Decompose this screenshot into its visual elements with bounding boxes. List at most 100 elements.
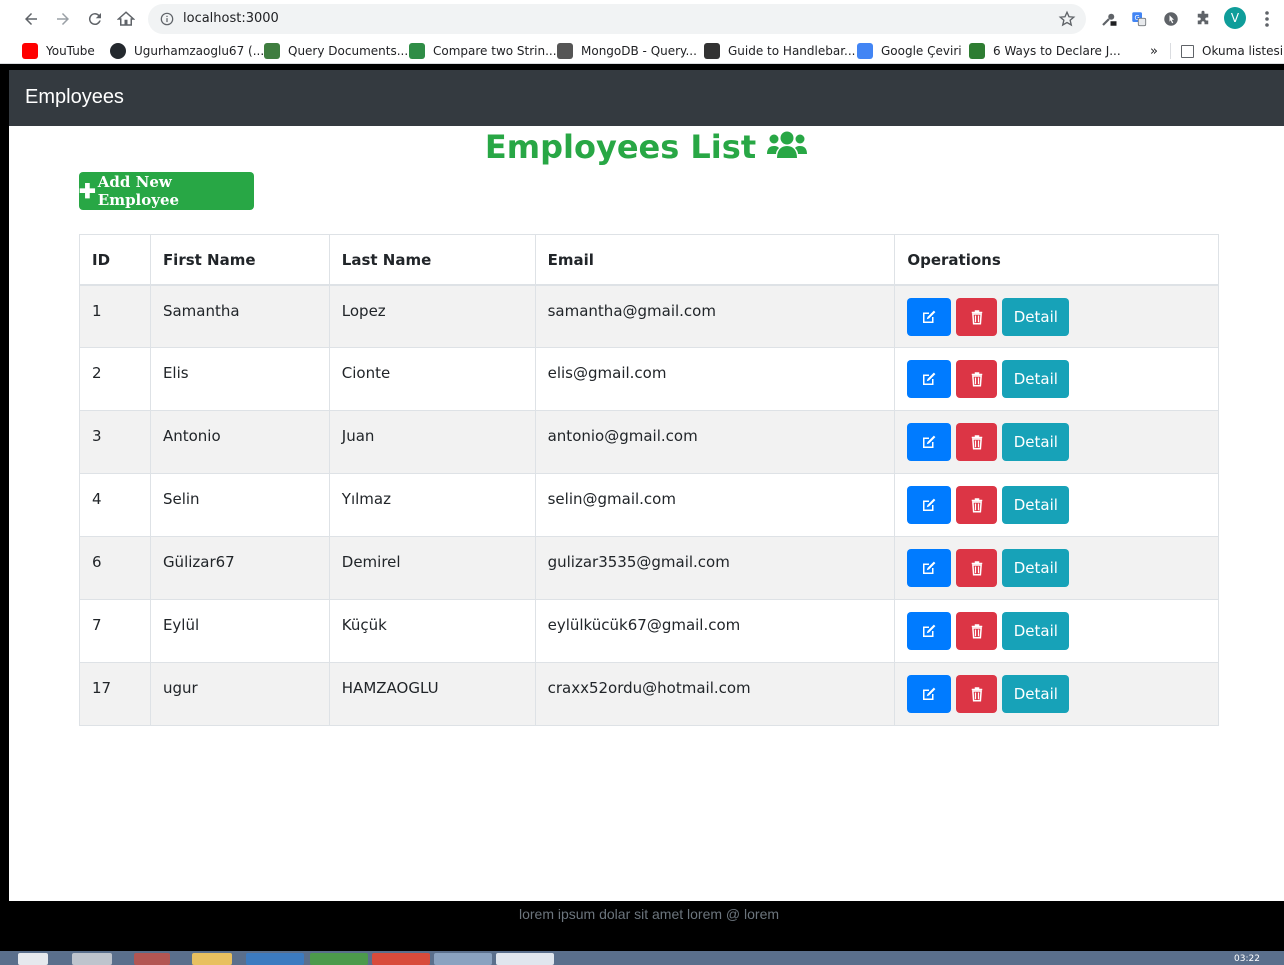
bookmark-mongodb-query-documents[interactable]: Query Documents... (264, 42, 408, 60)
taskbar-app-explorer[interactable] (192, 953, 232, 965)
browser-toolbar: localhost:3000 G V (0, 0, 1284, 38)
start-button[interactable] (18, 953, 48, 965)
edit-icon (923, 372, 936, 385)
cell-last-name: Demirel (328, 536, 536, 600)
employees-table: ID First Name Last Name Email Operations… (79, 234, 1219, 726)
table-row: 4 Selin Yılmaz selin@gmail.com Detail (79, 473, 1219, 537)
bookmark-github[interactable]: Ugurhamzaoglu67 (... (110, 42, 264, 60)
more-menu-icon[interactable] (1264, 10, 1270, 28)
home-button[interactable] (114, 7, 138, 31)
plus-icon: ✚ (79, 179, 96, 203)
delete-button[interactable] (956, 612, 998, 650)
detail-button[interactable]: Detail (1002, 486, 1070, 524)
cell-id: 7 (79, 599, 151, 663)
detail-button[interactable]: Detail (1002, 675, 1070, 713)
bookmark-label: Ugurhamzaoglu67 (... (134, 44, 265, 58)
edit-button[interactable] (907, 675, 952, 713)
edit-button[interactable] (907, 549, 952, 587)
bookmark-label: YouTube (46, 44, 95, 58)
detail-button[interactable]: Detail (1002, 612, 1070, 650)
delete-button[interactable] (956, 486, 998, 524)
arrow-left-icon (25, 13, 37, 25)
bookmarks-divider (1170, 43, 1171, 59)
cell-id: 3 (79, 410, 151, 474)
navbar: Employees (9, 70, 1284, 126)
reading-list-label: Okuma listesi (1202, 44, 1284, 58)
taskbar-app-tool[interactable] (134, 953, 170, 965)
column-header-operations: Operations (894, 234, 1219, 286)
table-header-row: ID First Name Last Name Email Operations (79, 234, 1219, 286)
reload-button[interactable] (83, 7, 107, 31)
delete-button[interactable] (956, 549, 998, 587)
profile-avatar[interactable]: V (1224, 7, 1246, 29)
taskbar-app-window[interactable] (434, 953, 492, 965)
detail-button[interactable]: Detail (1002, 549, 1070, 587)
table-row: 1 Samantha Lopez samantha@gmail.com Detail (79, 284, 1219, 348)
taskbar-app-vscode[interactable] (246, 953, 304, 965)
reading-list-icon (1181, 44, 1194, 58)
delete-button[interactable] (956, 297, 998, 336)
taskbar-app-active[interactable] (496, 953, 554, 965)
bookmark-handlebars-guide[interactable]: Guide to Handlebar... (704, 42, 855, 60)
edit-button[interactable] (907, 612, 952, 650)
stackabuse-icon (704, 43, 720, 59)
taskbar-app-chrome[interactable] (372, 953, 430, 965)
detail-button[interactable]: Detail (1002, 360, 1070, 398)
extension-cursor-button[interactable] (1160, 8, 1182, 30)
mongodb-leaf-icon (264, 43, 280, 59)
bookmark-youtube[interactable]: YouTube (22, 42, 95, 60)
cell-operations: Detail (894, 662, 1219, 726)
delete-button[interactable] (956, 423, 998, 461)
footer-text: lorem ipsum dolar sit amet lorem @ lorem (518, 906, 780, 922)
cursor-icon (1164, 12, 1178, 26)
table-row: 2 Elis Cionte elis@gmail.com Detail (79, 347, 1219, 411)
bookmark-star-icon[interactable] (1058, 10, 1076, 28)
back-button[interactable] (19, 7, 43, 31)
delete-button[interactable] (956, 675, 998, 713)
reading-list-button[interactable]: Okuma listesi (1181, 42, 1283, 60)
extensions-button[interactable] (1192, 8, 1214, 30)
taskbar-app-mongodb[interactable] (310, 953, 368, 965)
cell-email: antonio@gmail.com (534, 410, 896, 474)
address-bar[interactable]: localhost:3000 (148, 4, 1086, 34)
table-row: 6 Gülizar67 Demirel gulizar3535@gmail.com De… (79, 536, 1219, 600)
bookmark-label: MongoDB - Query... (581, 44, 697, 58)
edit-button[interactable] (907, 423, 952, 461)
info-icon[interactable] (160, 12, 174, 26)
cell-first-name: Selin (149, 473, 330, 537)
extension-devtools-button[interactable] (1098, 8, 1120, 30)
add-employee-label: Add New Employee (97, 173, 180, 209)
taskbar-app-notepad[interactable] (72, 953, 112, 965)
trash-icon (971, 435, 983, 450)
youtube-icon (22, 43, 38, 59)
add-employee-button[interactable]: ✚ Add New Employee (79, 172, 254, 210)
cell-email: gulizar3535@gmail.com (534, 536, 896, 600)
navbar-brand[interactable]: Employees (25, 86, 124, 109)
bookmark-declare-js[interactable]: 6 Ways to Declare J... (969, 42, 1121, 60)
edit-button[interactable] (907, 297, 952, 336)
bookmark-geeksforgeeks[interactable]: Compare two Strin... (409, 42, 557, 60)
bookmark-label: Query Documents... (288, 44, 409, 58)
puzzle-icon (1197, 10, 1209, 25)
table-row: 7 Eylül Küçük eylülkücük67@gmail.com Detail (79, 599, 1219, 663)
detail-button[interactable]: Detail (1002, 423, 1070, 461)
bookmark-mongodb-query[interactable]: MongoDB - Query... (557, 42, 697, 60)
bookmarks-overflow-button[interactable]: » (1150, 42, 1158, 60)
extension-translate-button[interactable]: G (1128, 8, 1150, 30)
forward-button[interactable] (51, 7, 75, 31)
cell-first-name: Antonio (149, 410, 330, 474)
bookmark-label: Guide to Handlebar... (728, 44, 856, 58)
edit-icon (923, 687, 936, 700)
edit-button[interactable] (907, 360, 952, 398)
delete-button[interactable] (956, 360, 998, 398)
cell-operations: Detail (894, 347, 1219, 411)
edit-icon (923, 310, 936, 323)
bookmark-google-translate[interactable]: Google Çeviri (857, 42, 962, 60)
diamond-icon (557, 43, 573, 59)
edit-button[interactable] (907, 486, 952, 524)
trash-icon (971, 687, 983, 702)
detail-button[interactable]: Detail (1002, 297, 1070, 336)
google-translate-icon (857, 43, 873, 59)
cell-operations: Detail (894, 536, 1219, 600)
edit-icon (923, 624, 936, 637)
